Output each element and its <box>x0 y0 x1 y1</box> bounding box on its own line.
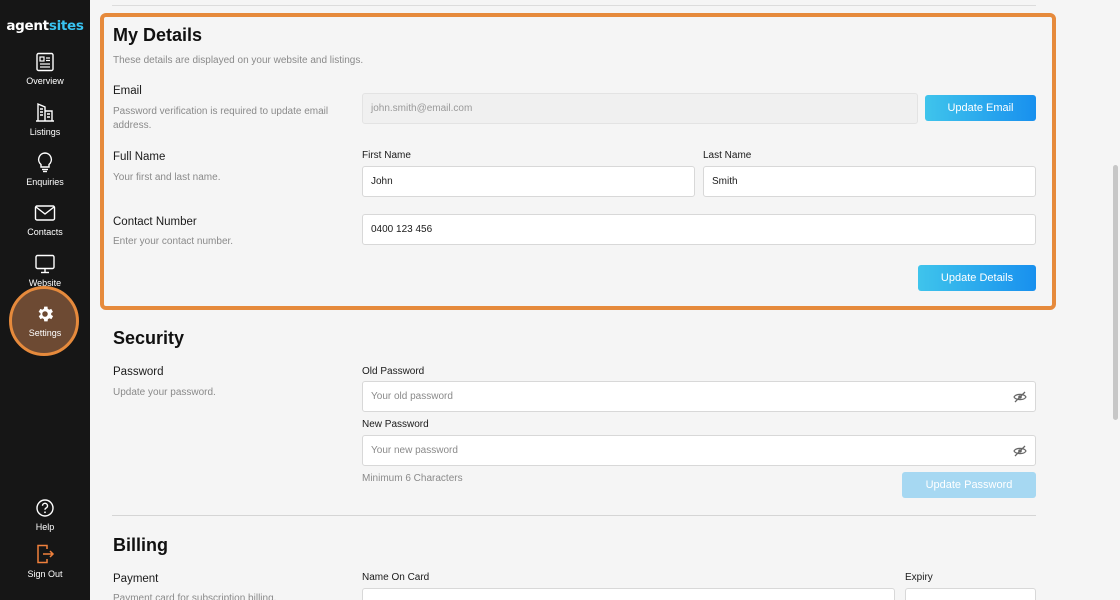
divider <box>112 5 1036 6</box>
expiry-label: Expiry <box>905 572 933 583</box>
last-name-label: Last Name <box>703 150 752 161</box>
logo-main-text: agent <box>6 18 49 34</box>
sidebar-item-website[interactable]: Website <box>0 254 90 288</box>
email-label: Email <box>113 85 142 97</box>
old-password-label: Old Password <box>362 366 425 377</box>
password-hint: Minimum 6 Characters <box>362 473 463 484</box>
email-description: Password verification is required to upd… <box>113 106 329 131</box>
name-on-card-field[interactable] <box>362 588 895 600</box>
app-logo[interactable]: agentsites <box>0 18 90 34</box>
full-name-description: Your first and last name. <box>113 172 221 183</box>
update-email-button[interactable]: Update Email <box>925 95 1036 121</box>
contact-number-description: Enter your contact number. <box>113 236 234 247</box>
payment-label: Payment <box>113 573 159 585</box>
sidebar-item-enquiries[interactable]: Enquiries <box>0 151 90 187</box>
billing-title: Billing <box>113 535 168 555</box>
last-name-field[interactable]: Smith <box>703 166 1036 197</box>
new-password-field[interactable]: Your new password <box>362 435 1036 466</box>
first-name-field[interactable]: John <box>362 166 695 197</box>
contact-number-field[interactable]: 0400 123 456 <box>362 214 1036 245</box>
sidebar-item-overview[interactable]: Overview <box>0 52 90 86</box>
payment-description: Payment card for subscription billing. <box>113 593 277 600</box>
lightbulb-icon <box>37 152 53 173</box>
main-content: My Details These details are displayed o… <box>90 0 1120 600</box>
eye-off-icon[interactable] <box>1013 391 1027 403</box>
update-password-button[interactable]: Update Password <box>902 472 1036 498</box>
sidebar-item-label: Overview <box>26 76 64 86</box>
sidebar-item-label: Contacts <box>27 227 63 237</box>
expiry-field[interactable] <box>905 588 1036 600</box>
sidebar-item-contacts[interactable]: Contacts <box>0 203 90 237</box>
sidebar-item-label: Help <box>35 522 55 532</box>
logo-accent-text: sites <box>48 18 84 34</box>
overview-icon <box>36 52 54 72</box>
help-icon <box>36 499 54 517</box>
envelope-icon <box>34 205 56 221</box>
scrollbar-thumb[interactable] <box>1113 165 1118 420</box>
eye-off-icon[interactable] <box>1013 445 1027 457</box>
new-password-label: New Password <box>362 419 429 430</box>
first-name-label: First Name <box>362 150 411 161</box>
sidebar: agentsites Overview Listings Enquiries C… <box>0 0 90 600</box>
my-details-subtitle: These details are displayed on your webs… <box>113 55 364 66</box>
sidebar-item-label: Enquiries <box>26 177 64 187</box>
old-password-field[interactable]: Your old password <box>362 381 1036 412</box>
gear-icon <box>38 306 54 322</box>
update-details-button[interactable]: Update Details <box>918 265 1036 291</box>
security-title: Security <box>113 328 185 348</box>
password-label: Password <box>113 366 164 378</box>
sidebar-item-sign-out[interactable]: Sign Out <box>0 543 90 579</box>
monitor-icon <box>35 254 55 274</box>
sidebar-item-settings[interactable]: Settings <box>0 304 90 338</box>
full-name-label: Full Name <box>113 151 166 163</box>
my-details-title: My Details <box>113 25 203 45</box>
password-description: Update your password. <box>113 387 216 398</box>
sidebar-item-listings[interactable]: Listings <box>0 101 90 137</box>
contact-number-label: Contact Number <box>113 216 197 228</box>
new-password-placeholder: Your new password <box>371 445 458 456</box>
sidebar-item-help[interactable]: Help <box>0 498 90 532</box>
listings-icon <box>36 102 54 122</box>
divider <box>112 515 1036 516</box>
sidebar-item-label: Sign Out <box>27 569 63 579</box>
sidebar-item-label: Listings <box>29 127 61 137</box>
email-field[interactable]: john.smith@email.com <box>362 93 918 124</box>
old-password-placeholder: Your old password <box>371 391 453 402</box>
sign-out-icon <box>37 544 55 564</box>
name-on-card-label: Name On Card <box>362 572 430 583</box>
sidebar-item-label: Settings <box>28 328 62 338</box>
